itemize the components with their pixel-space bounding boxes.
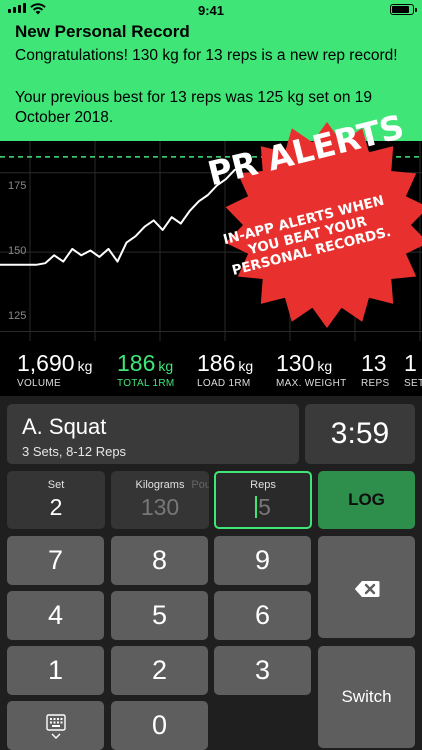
stat-load-1rm: 186 kg LOAD 1RM bbox=[197, 349, 253, 389]
data-point bbox=[17, 264, 19, 266]
set-field-value: 2 bbox=[49, 494, 63, 520]
key-3[interactable]: 3 bbox=[214, 646, 311, 695]
status-bar: 9:41 bbox=[0, 0, 422, 20]
weight-field[interactable]: Kilograms 130 Pou bbox=[111, 471, 209, 529]
rest-timer[interactable]: 3:59 bbox=[305, 404, 415, 464]
set-field-label: Set bbox=[47, 479, 65, 491]
reps-field-label: Reps bbox=[250, 479, 276, 491]
y-tick-label: 125 bbox=[8, 310, 27, 322]
stat-sets: 1 SET bbox=[404, 349, 422, 389]
entry-panel: A. Squat 3 Sets, 8-12 Reps 3:59 Set 2 Ki… bbox=[0, 396, 422, 750]
data-point bbox=[62, 260, 65, 263]
stat-value: 13 bbox=[361, 350, 387, 376]
data-point bbox=[143, 225, 146, 228]
set-field[interactable]: Set 2 bbox=[7, 471, 105, 529]
data-point bbox=[207, 194, 209, 196]
notification-message: Congratulations! 130 kg for 13 reps is a… bbox=[15, 47, 398, 64]
stat-reps: 13 REPS bbox=[361, 349, 389, 389]
data-point bbox=[44, 262, 46, 264]
stat-unit: kg bbox=[158, 358, 174, 374]
key-6[interactable]: 6 bbox=[214, 591, 311, 640]
stat-value: 130 bbox=[276, 350, 315, 376]
stat-total-1rm: 186 kg TOTAL 1RM bbox=[117, 349, 175, 389]
stat-label: MAX. WEIGHT bbox=[276, 378, 347, 389]
key-4[interactable]: 4 bbox=[7, 591, 104, 640]
notification-title: New Personal Record bbox=[15, 22, 190, 41]
stat-value: 186 bbox=[117, 350, 156, 376]
stat-label: LOAD 1RM bbox=[197, 378, 251, 389]
backspace-icon bbox=[354, 580, 379, 597]
data-point bbox=[107, 248, 110, 250]
backspace-key[interactable] bbox=[318, 536, 415, 638]
data-point bbox=[152, 219, 155, 222]
data-point bbox=[161, 229, 164, 231]
hide-keyboard-key[interactable] bbox=[7, 701, 104, 750]
data-point bbox=[35, 264, 37, 266]
reps-field[interactable]: Reps 5 bbox=[214, 471, 312, 529]
stat-label: TOTAL 1RM bbox=[117, 378, 175, 389]
series-line bbox=[0, 168, 236, 266]
exercise-name: A. Squat bbox=[22, 414, 107, 439]
data-point bbox=[98, 256, 101, 258]
stats-row[interactable]: 1,690 kg VOLUME 186 kg TOTAL 1RM 186 kg LOA… bbox=[0, 341, 422, 396]
data-point bbox=[189, 210, 191, 212]
stat-label: VOLUME bbox=[17, 378, 62, 389]
data-point bbox=[134, 235, 137, 237]
weight-field-value: 130 bbox=[140, 494, 180, 520]
stat-volume: 1,690 kg VOLUME bbox=[17, 349, 92, 389]
y-tick-label: 175 bbox=[8, 180, 27, 192]
stat-label: REPS bbox=[361, 378, 390, 389]
reps-field-value-wrap: 5 bbox=[216, 494, 310, 521]
stat-value: 186 bbox=[197, 350, 236, 376]
data-point bbox=[53, 254, 55, 257]
key-0[interactable]: 0 bbox=[111, 701, 208, 750]
data-point bbox=[170, 216, 173, 218]
data-point bbox=[71, 248, 74, 250]
data-point bbox=[198, 200, 200, 203]
stat-max-weight: 130 kg MAX. WEIGHT bbox=[276, 349, 347, 389]
y-tick-label: 150 bbox=[8, 245, 27, 257]
status-time: 9:41 bbox=[197, 3, 225, 18]
text-cursor bbox=[255, 496, 258, 518]
keyboard-hide-icon bbox=[45, 714, 66, 739]
key-9[interactable]: 9 bbox=[214, 536, 311, 585]
data-point bbox=[89, 249, 92, 252]
stat-value: 1 bbox=[404, 350, 417, 376]
log-button[interactable]: LOG bbox=[318, 471, 415, 529]
key-1[interactable]: 1 bbox=[7, 646, 104, 695]
exercise-card[interactable]: A. Squat 3 Sets, 8-12 Reps bbox=[7, 404, 299, 464]
weight-unit-hint: Pou bbox=[191, 479, 209, 491]
battery-icon bbox=[390, 4, 417, 15]
key-8[interactable]: 8 bbox=[111, 536, 208, 585]
data-point bbox=[80, 254, 83, 257]
switch-button[interactable]: Switch bbox=[318, 646, 415, 748]
key-2[interactable]: 2 bbox=[111, 646, 208, 695]
data-point bbox=[125, 241, 128, 244]
key-5[interactable]: 5 bbox=[111, 591, 208, 640]
pr-alerts-badge: PR ALERTS IN-APP ALERTS WHEN YOU BEAT YO… bbox=[204, 107, 422, 330]
stat-label: SET bbox=[404, 378, 422, 389]
data-point bbox=[8, 264, 10, 266]
stat-value: 1,690 bbox=[17, 350, 75, 376]
data-point bbox=[26, 264, 28, 266]
stat-unit: kg bbox=[317, 358, 333, 374]
exercise-details: 3 Sets, 8-12 Reps bbox=[22, 444, 127, 459]
stat-unit: kg bbox=[238, 358, 254, 374]
data-point bbox=[116, 260, 119, 263]
data-point bbox=[180, 222, 182, 225]
reps-field-value: 5 bbox=[258, 494, 271, 520]
stat-unit: kg bbox=[77, 358, 93, 374]
key-7[interactable]: 7 bbox=[7, 536, 104, 585]
